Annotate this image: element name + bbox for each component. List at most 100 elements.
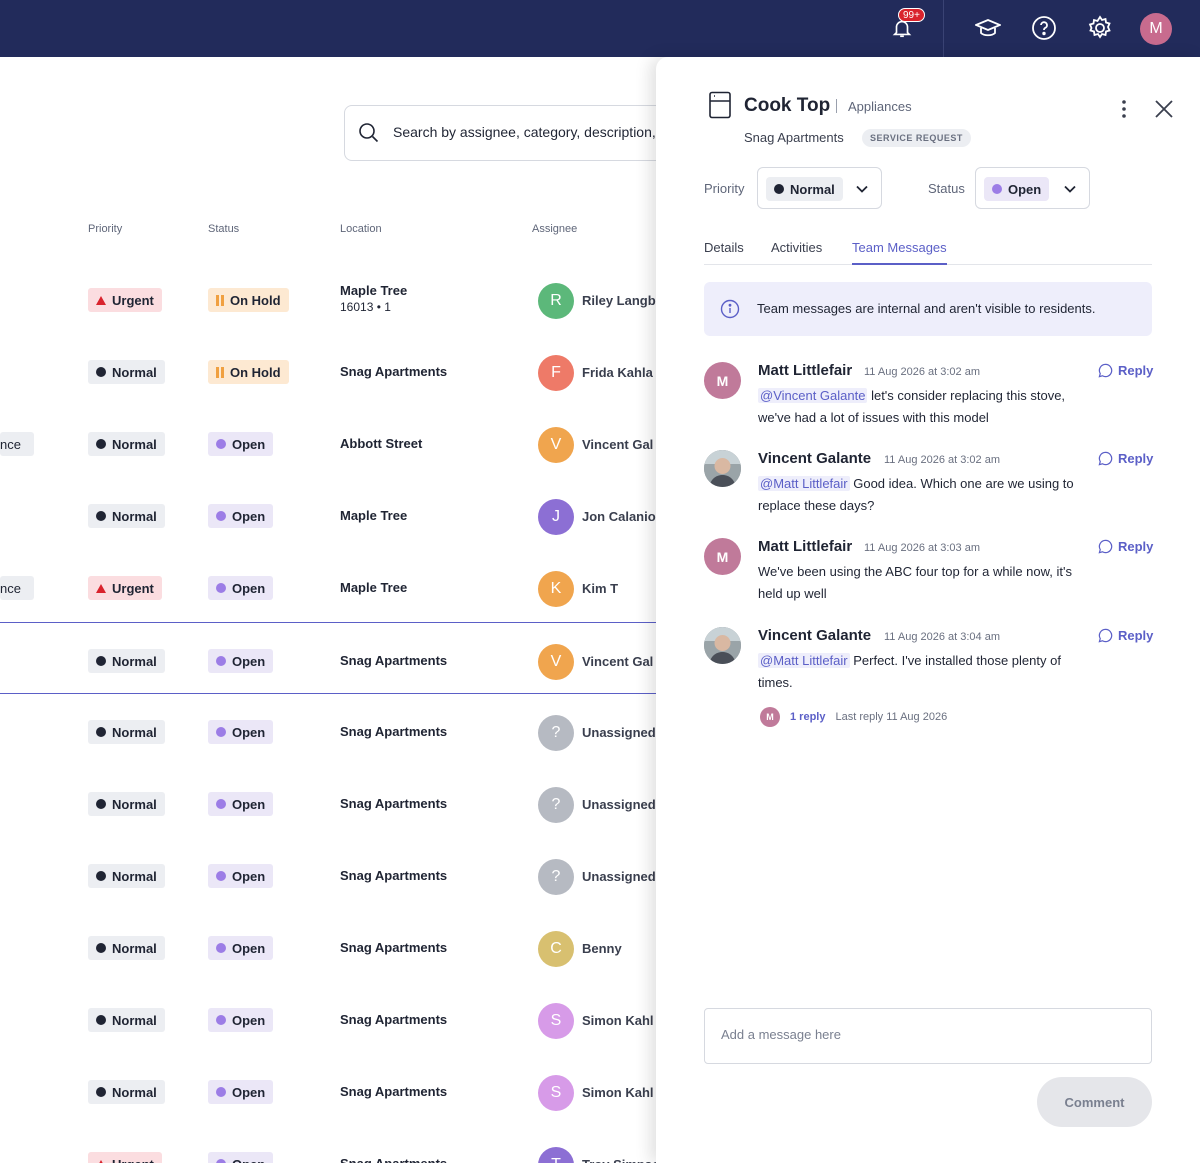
assignee-avatar: S: [538, 1075, 574, 1111]
column-header-status[interactable]: Status: [208, 223, 239, 235]
table-row[interactable]: Normal Open Snag Apartments S Simon Kahl: [0, 1054, 660, 1126]
table-row[interactable]: Normal On Hold Snag Apartments F Frida Kahla: [0, 334, 660, 406]
comment-icon: [1098, 628, 1113, 643]
thread-summary[interactable]: M 1 reply Last reply 11 Aug 2026: [760, 707, 947, 727]
status-tag: On Hold: [208, 288, 289, 312]
message-body: @Matt Littlefair Perfect. I've installed…: [758, 653, 1061, 690]
priority-label: Priority: [704, 181, 745, 196]
table-row[interactable]: Normal Open Snag Apartments? Unassigned: [0, 694, 660, 766]
mention-tag[interactable]: @Matt Littlefair: [758, 653, 850, 668]
table-row[interactable]: Urgent On Hold Maple Tree 16013 • 1 R Riley L…: [0, 262, 663, 334]
status-dot-icon: [216, 439, 226, 449]
priority-value: Normal: [766, 177, 843, 201]
assignee-name: Kim T: [582, 581, 619, 596]
reply-button[interactable]: Reply: [1098, 363, 1153, 378]
priority-tag: Urgent: [88, 288, 162, 312]
graduation-cap-icon[interactable]: [972, 12, 1004, 44]
chevron-down-icon: [1063, 182, 1077, 201]
more-options-icon[interactable]: [1114, 97, 1134, 126]
warning-icon: [96, 295, 106, 305]
message-time: 11 Aug 2026 at 3:03 am: [864, 542, 980, 554]
column-header-location[interactable]: Location: [340, 223, 382, 235]
priority-dot-icon: [96, 511, 106, 521]
assignee-avatar: J: [538, 499, 574, 535]
table-row[interactable]: UrgentOpenSnag ApartmentsTTroy Simpson: [0, 1126, 668, 1163]
tab-team-messages[interactable]: Team Messages: [852, 240, 947, 265]
table-row[interactable]: Normal Open Snag Apartments V Vincent Gal: [0, 622, 660, 694]
assignee-avatar: F: [538, 355, 574, 391]
close-icon[interactable]: [1152, 97, 1176, 126]
mention-tag[interactable]: @Vincent Galante: [758, 388, 868, 403]
status-label: Status: [928, 181, 965, 196]
reply-button[interactable]: Reply: [1098, 628, 1153, 643]
message-author: Matt Littlefair: [758, 538, 853, 555]
priority-select[interactable]: Normal: [757, 167, 882, 209]
location-cell: Snag Apartments: [340, 364, 448, 379]
table-row[interactable]: Normal Open Snag Apartments C Benny: [0, 910, 660, 982]
table-row[interactable]: Normal Open Snag Apartments S Simon Kahl: [0, 982, 660, 1054]
priority-dot-icon: [96, 871, 106, 881]
column-header-assignee[interactable]: Assignee: [532, 223, 577, 235]
location-cell: Maple Tree 16013 • 1: [340, 283, 408, 314]
location-cell: Snag Apartments: [340, 1084, 448, 1099]
comment-button[interactable]: Comment: [1037, 1077, 1152, 1127]
message-time: 11 Aug 2026 at 3:02 am: [884, 454, 1000, 466]
mention-tag[interactable]: @Matt Littlefair: [758, 476, 850, 491]
assignee-name: Simon Kahl: [582, 1085, 654, 1100]
assignee-name: Unassigned: [582, 725, 656, 740]
table-row[interactable]: nce Normal Open Abbott Street V Vincent Gal: [0, 406, 660, 478]
status-tag: Open: [208, 432, 274, 456]
location-cell: Snag Apartments: [340, 1156, 447, 1163]
detail-panel: Cook Top Appliances Snag Apartments SERV…: [656, 57, 1200, 1163]
status-dot-icon: [216, 799, 226, 809]
assignee-avatar: ?: [538, 787, 574, 823]
table-row[interactable]: Normal Open Snag Apartments? Unassigned: [0, 838, 660, 910]
assignee-name: Riley Langbe: [582, 293, 663, 308]
location-cell: Maple Tree: [340, 580, 408, 595]
priority-tag: Normal: [88, 360, 165, 384]
table-row[interactable]: Normal Open Snag Apartments? Unassigned: [0, 766, 660, 838]
priority-tag: Normal: [88, 649, 165, 673]
priority-tag: Normal: [88, 792, 165, 816]
status-tag: Open: [208, 720, 274, 744]
status-select[interactable]: Open: [975, 167, 1090, 209]
status-dot-icon: [216, 1087, 226, 1097]
info-text: Team messages are internal and aren't vi…: [757, 301, 1096, 316]
reply-button[interactable]: Reply: [1098, 451, 1153, 466]
search-icon: [357, 121, 381, 150]
column-header-priority[interactable]: Priority: [88, 223, 122, 235]
reply-button[interactable]: Reply: [1098, 539, 1153, 554]
location-cell: Maple Tree: [340, 508, 408, 523]
search-input[interactable]: [393, 124, 673, 140]
priority-tag: Normal: [88, 936, 165, 960]
priority-tag: Normal: [88, 720, 165, 744]
status-tag: Open: [208, 576, 274, 600]
message-composer[interactable]: [704, 1008, 1152, 1064]
panel-location: Snag Apartments: [744, 130, 844, 145]
message-avatar: M: [704, 362, 741, 399]
priority-dot-icon: [96, 439, 106, 449]
assignee-avatar: V: [538, 427, 574, 463]
message-item: M Matt Littlefair 11 Aug 2026 at 3:03 am We…: [704, 538, 1153, 618]
priority-tag: Normal: [88, 864, 165, 888]
reply-count-link[interactable]: 1 reply: [790, 711, 825, 723]
table-row[interactable]: nce Urgent Open Maple Tree K Kim T: [0, 550, 660, 622]
tab-activities[interactable]: Activities: [771, 240, 822, 263]
location-cell: Snag Apartments: [340, 796, 448, 811]
gear-icon[interactable]: [1084, 12, 1116, 44]
assignee-avatar: R: [538, 283, 574, 319]
tab-details[interactable]: Details: [704, 240, 744, 263]
assignee-avatar: ?: [538, 715, 574, 751]
status-tag: Open: [208, 864, 274, 888]
table-row[interactable]: Normal Open Maple Tree J Jon Calanio: [0, 478, 660, 550]
priority-dot-icon: [96, 943, 106, 953]
search-box[interactable]: [344, 105, 684, 161]
message-input[interactable]: [721, 1027, 1131, 1042]
assignee-name: Benny: [582, 941, 622, 956]
priority-tag: Urgent: [88, 1152, 162, 1163]
location-cell: Snag Apartments: [340, 724, 448, 739]
help-icon[interactable]: [1028, 12, 1060, 44]
status-tag: Open: [208, 504, 274, 528]
status-tag: Open: [208, 1008, 274, 1032]
user-avatar[interactable]: M: [1140, 13, 1172, 45]
